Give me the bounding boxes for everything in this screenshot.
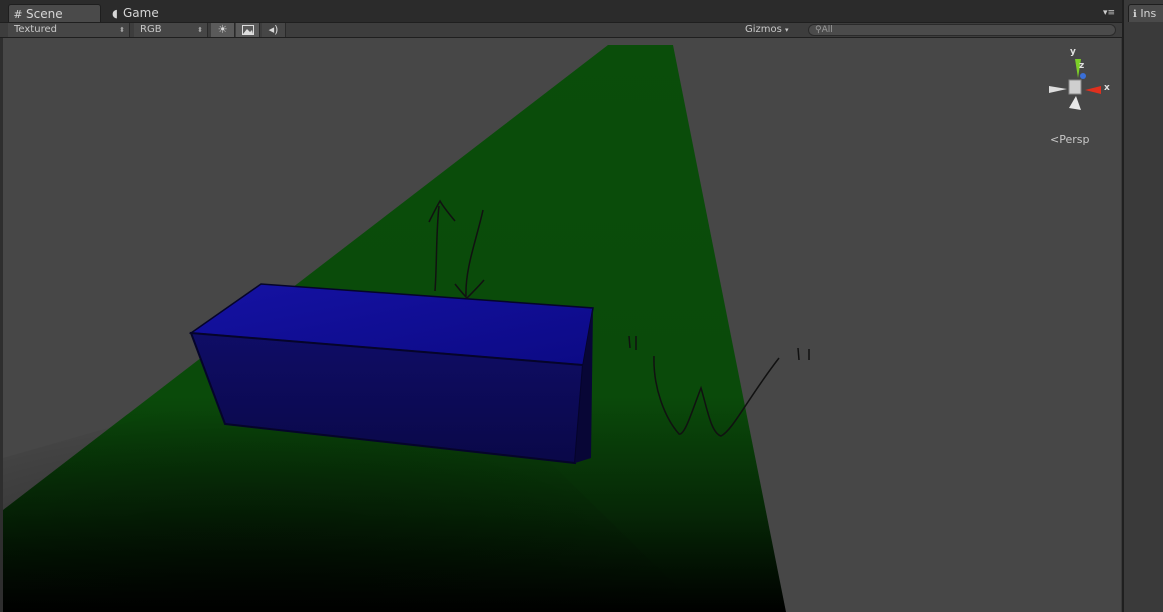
neg-x-cone-icon: [1049, 86, 1067, 93]
axis-z-label: z: [1079, 61, 1085, 71]
z-axis-cone-icon: [1080, 73, 1086, 79]
sun-icon: ☀: [217, 23, 228, 36]
search-placeholder: All: [821, 25, 833, 35]
hierarchy-search-input[interactable]: ⚲All: [808, 24, 1116, 36]
tab-inspector[interactable]: ℹ Ins: [1128, 4, 1163, 22]
channel-value: RGB: [140, 24, 162, 35]
scene-viewport[interactable]: y z x: [3, 38, 1121, 612]
scene-toolbar: Textured ⬍ RGB ⬍ ☀ ◂) Gizmos ▾ ⚲All: [0, 22, 1122, 38]
axis-y-label: y: [1070, 47, 1076, 57]
info-icon: ℹ: [1133, 9, 1137, 20]
pacman-icon: ◖: [112, 7, 118, 20]
channel-dropdown[interactable]: RGB ⬍: [134, 23, 208, 37]
projection-toggle[interactable]: <Persp: [1050, 133, 1089, 146]
tab-game-label: Game: [123, 6, 159, 20]
speaker-icon: ◂): [268, 23, 279, 36]
annotation-quote-right: [797, 347, 810, 361]
perspective-icon: <: [1050, 133, 1060, 146]
tab-inspector-label: Ins: [1140, 7, 1157, 20]
tab-scene-label: Scene: [26, 7, 63, 21]
tab-menu-icon[interactable]: ▾≡: [1103, 8, 1115, 18]
gizmo-center-cube: [1068, 79, 1082, 95]
gizmos-dropdown[interactable]: Gizmos ▾: [745, 23, 789, 37]
image-icon: [241, 25, 254, 35]
dropdown-arrows-icon: ⬍: [197, 26, 203, 34]
neg-y-cone-icon: [1069, 96, 1081, 110]
search-icon: ⚲: [815, 25, 822, 35]
skybox-toggle[interactable]: [236, 23, 260, 37]
axis-x-label: x: [1104, 83, 1110, 93]
tab-scene[interactable]: # Scene: [8, 4, 101, 22]
chevron-down-icon: ▾: [785, 26, 789, 34]
dropdown-arrows-icon: ⬍: [119, 26, 125, 34]
orientation-gizmo[interactable]: [1041, 46, 1113, 116]
inspector-panel: ℹ Ins: [1122, 0, 1163, 612]
editor-tab-bar: # Scene ◖ Game ▾≡: [0, 0, 1122, 22]
gizmos-label: Gizmos: [745, 24, 782, 35]
render-mode-dropdown[interactable]: Textured ⬍: [8, 23, 130, 37]
projection-label: Persp: [1059, 133, 1090, 146]
render-mode-value: Textured: [14, 24, 57, 35]
scene-render: [3, 45, 810, 612]
scene-lighting-toggle[interactable]: ☀: [211, 23, 235, 37]
tab-game[interactable]: ◖ Game: [110, 4, 180, 22]
x-axis-cone-icon: [1085, 86, 1101, 94]
audio-toggle[interactable]: ◂): [262, 23, 286, 37]
